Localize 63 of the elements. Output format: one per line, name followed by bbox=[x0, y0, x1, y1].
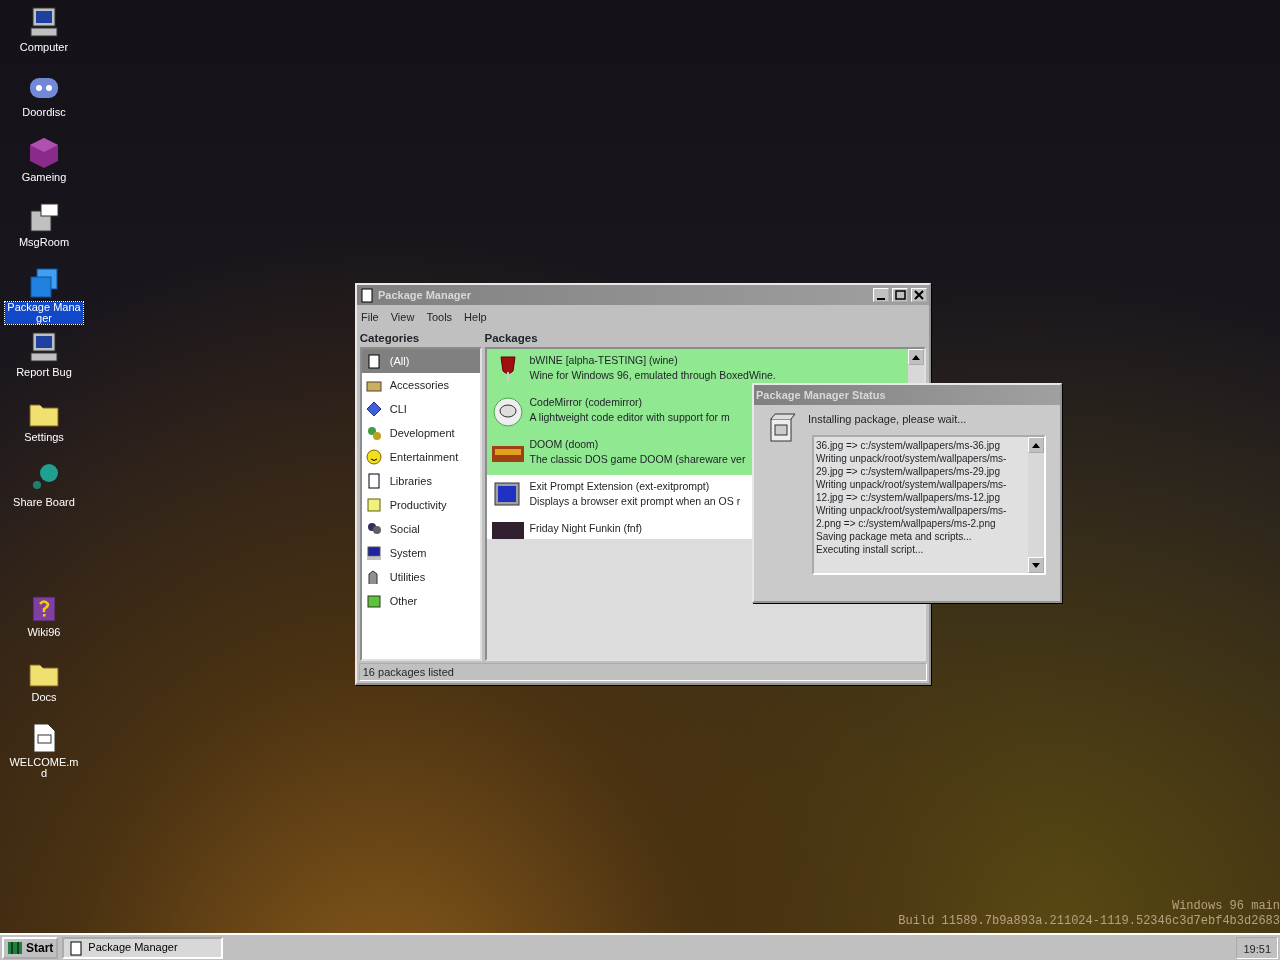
package-name: Friday Night Funkin (fnf) bbox=[529, 520, 643, 536]
package-description: The classic DOS game DOOM (shareware ver bbox=[529, 451, 746, 467]
close-icon bbox=[914, 290, 924, 301]
category-item[interactable]: Social bbox=[361, 516, 480, 541]
package-name: DOOM (doom) bbox=[529, 436, 600, 452]
scroll-up-button[interactable] bbox=[908, 348, 925, 365]
scroll-up-button[interactable] bbox=[1028, 436, 1044, 453]
section-heading: Categories bbox=[359, 330, 421, 346]
computer-icon[interactable] bbox=[27, 331, 61, 365]
minimize-button[interactable] bbox=[873, 288, 889, 302]
maximize-icon bbox=[894, 290, 906, 301]
package-name: CodeMirror (codemirror) bbox=[529, 394, 644, 410]
diamond-icon bbox=[365, 400, 382, 417]
menu-item[interactable]: Tools bbox=[426, 309, 453, 326]
category-item[interactable]: Utilities bbox=[361, 564, 480, 589]
package-name: bWINE [alpha-TESTING] (wine) bbox=[529, 352, 679, 368]
category-item[interactable]: Libraries bbox=[361, 468, 480, 493]
category-item[interactable]: System bbox=[361, 540, 480, 565]
category-item[interactable]: (All) bbox=[361, 348, 480, 373]
desktop-icon-label[interactable]: Report Bug bbox=[14, 367, 74, 378]
category-item[interactable]: Development bbox=[361, 420, 480, 445]
start-button[interactable]: Start bbox=[2, 936, 59, 959]
desktop-icon-label[interactable]: Settings bbox=[22, 432, 66, 443]
cube-icon[interactable] bbox=[27, 136, 61, 170]
desktop-icon-label[interactable]: Doordisc bbox=[20, 107, 68, 118]
desktop-icon-label[interactable]: Docs bbox=[29, 692, 59, 703]
log-line: Executing install script... bbox=[816, 542, 925, 556]
category-item[interactable]: Entertainment bbox=[361, 444, 480, 469]
clock: 19:51 bbox=[1236, 936, 1278, 959]
document-icon bbox=[365, 472, 382, 489]
section-heading: Packages bbox=[484, 330, 539, 346]
log-line: Saving package meta and scripts... bbox=[816, 529, 973, 543]
menu-item[interactable]: View bbox=[390, 309, 415, 326]
monitor-icon bbox=[365, 544, 382, 561]
package-description: Wine for Windows 96, emulated through BoxedWine. bbox=[529, 367, 776, 383]
category-item[interactable]: CLI bbox=[361, 396, 480, 421]
menu-item[interactable]: File bbox=[361, 309, 379, 326]
desktop-icon-label[interactable]: WELCOME.md bbox=[5, 757, 83, 779]
taskbar-button[interactable]: Package Manager bbox=[62, 936, 224, 959]
package-row[interactable]: bWINE [alpha-TESTING] (wine) Wine for Windows 96, emulated through BoxedWine. bbox=[486, 348, 909, 391]
desktop-icon-label[interactable]: Computer bbox=[17, 42, 71, 53]
category-item[interactable]: Accessories bbox=[361, 372, 480, 397]
window-title: Package Manager bbox=[378, 287, 472, 303]
desktop-icon-label[interactable]: Wiki96 bbox=[25, 627, 63, 638]
smiley-icon bbox=[365, 448, 382, 465]
close-button[interactable] bbox=[911, 288, 927, 302]
package-name: Exit Prompt Extension (ext-exitprompt) bbox=[529, 478, 711, 494]
status-bar: 16 packages listed bbox=[359, 663, 927, 681]
desktop-icon-label[interactable]: Share Board bbox=[11, 497, 77, 508]
menu-item[interactable]: Help bbox=[464, 309, 487, 326]
category-item[interactable]: Other bbox=[361, 588, 480, 613]
version-text: Windows 96 main bbox=[1170, 899, 1280, 914]
minimize-icon bbox=[877, 297, 885, 300]
version-text: Build 11589.7b9a893a.211024-1119.52346c3d7ebf4b3d2683 bbox=[898, 914, 1280, 929]
scroll-down-button[interactable] bbox=[1028, 556, 1044, 573]
computer-icon[interactable] bbox=[27, 6, 61, 40]
maximize-button[interactable] bbox=[892, 288, 908, 302]
package-description: Displays a browser exit prompt when an OS r bbox=[529, 493, 741, 509]
desktop-icon-label[interactable]: MsgRoom bbox=[16, 237, 72, 248]
category-item[interactable]: Productivity bbox=[361, 492, 480, 517]
desktop-icon-label[interactable]: Gameing bbox=[19, 172, 69, 183]
desktop-icon-label[interactable]: Package Manager bbox=[5, 302, 83, 324]
package-description: A lightweight code editor with support for m bbox=[529, 409, 730, 425]
